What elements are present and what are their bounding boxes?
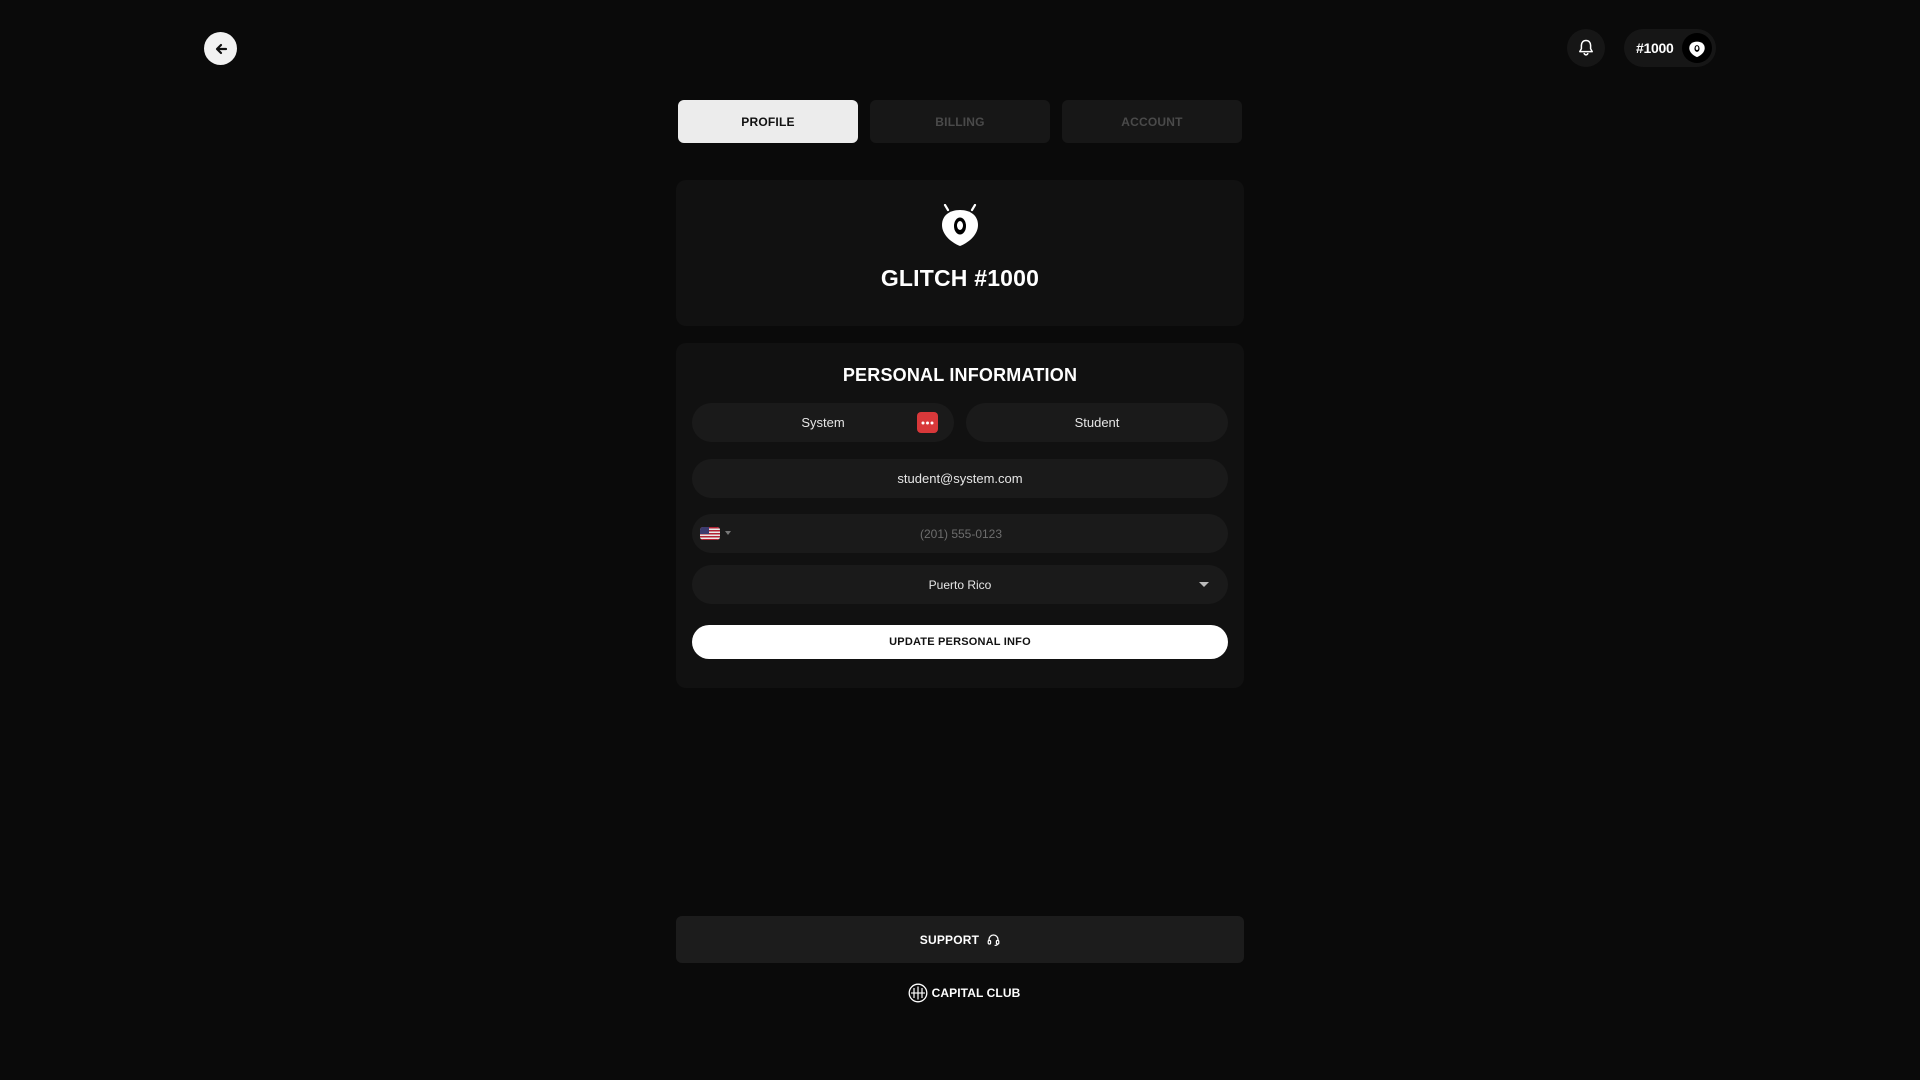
brand-label: CAPITAL CLUB: [931, 986, 1021, 1000]
support-label: SUPPORT: [919, 932, 980, 947]
phone-field: [692, 514, 1228, 553]
profile-name: GLITCH #1000: [880, 265, 1040, 291]
chevron-down-icon: [1199, 582, 1209, 587]
profile-card: GLITCH #1000: [676, 180, 1244, 326]
phone-input[interactable]: [732, 514, 1228, 553]
country-flag-select[interactable]: [700, 527, 720, 540]
back-button[interactable]: [204, 32, 237, 65]
bell-icon: [1579, 39, 1593, 56]
tab-profile[interactable]: PROFILE: [678, 100, 858, 143]
brand-footer: CAPITAL CLUB: [0, 983, 1920, 1003]
capital-club-logo-icon: [908, 983, 928, 1003]
headset-icon: [987, 934, 1000, 946]
update-personal-info-button[interactable]: UPDATE PERSONAL INFO: [692, 625, 1228, 659]
email-field[interactable]: student@system.com: [692, 459, 1228, 498]
country-select[interactable]: Puerto Rico: [692, 565, 1228, 604]
settings-tabs: PROFILE BILLING ACCOUNT: [678, 100, 1242, 143]
tab-account[interactable]: ACCOUNT: [1062, 100, 1242, 143]
section-title: PERSONAL INFORMATION: [842, 365, 1078, 385]
chevron-down-icon[interactable]: [725, 531, 731, 535]
notifications-button[interactable]: [1567, 29, 1605, 67]
avatar: [1682, 33, 1712, 63]
tab-billing[interactable]: BILLING: [870, 100, 1050, 143]
support-button[interactable]: SUPPORT: [676, 916, 1244, 963]
us-flag-icon: [700, 527, 720, 540]
user-number: #1000: [1636, 40, 1674, 56]
last-name-value: Student: [1074, 415, 1120, 430]
arrow-left-icon: [215, 43, 227, 54]
country-value: Puerto Rico: [928, 577, 992, 592]
first-name-value: System: [801, 415, 845, 430]
personal-info-card: PERSONAL INFORMATION System Student stud…: [676, 343, 1244, 688]
dots-icon: [921, 421, 934, 424]
glitch-mascot-icon: [1689, 41, 1705, 57]
first-name-field[interactable]: System: [692, 403, 954, 442]
user-menu-button[interactable]: #1000: [1624, 29, 1716, 67]
password-manager-badge[interactable]: [917, 412, 938, 433]
last-name-field[interactable]: Student: [966, 403, 1228, 442]
email-value: student@system.com: [897, 471, 1023, 486]
glitch-mascot-icon: [942, 204, 978, 246]
